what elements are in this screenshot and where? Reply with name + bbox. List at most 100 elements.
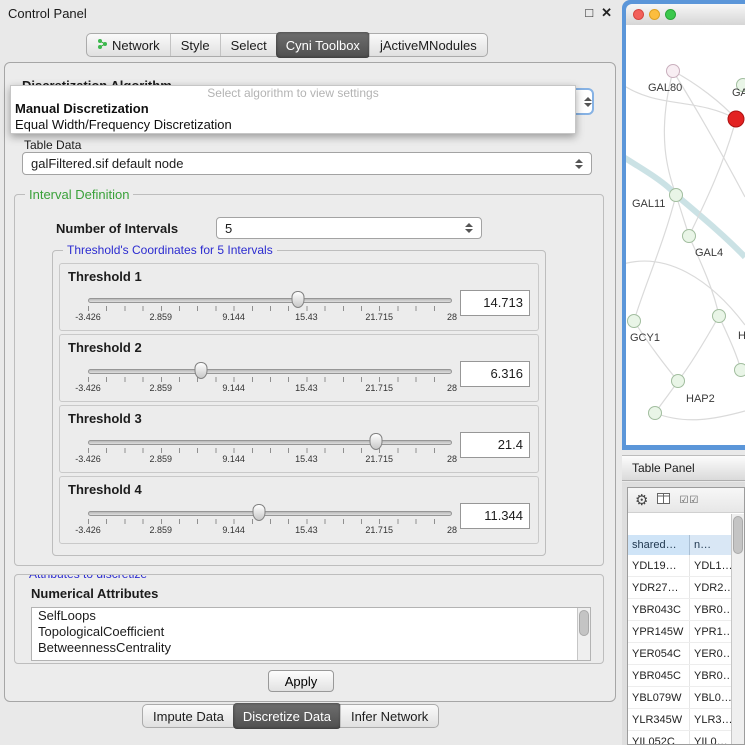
slider-tick-labels: -3.4262.8599.14415.4321.71528 [88,525,452,536]
close-window-icon[interactable]: ✕ [601,5,612,21]
table-row[interactable]: YER054CYER0… [628,643,744,665]
tab-label: Cyni Toolbox [286,38,360,53]
table-cell: YDR27… [628,577,690,598]
table-cell: YBL0… [690,687,734,708]
network-node[interactable] [627,314,641,328]
table-cell: YBR0… [690,665,734,686]
minimize-traffic-icon[interactable] [649,9,660,20]
slider-thumb[interactable] [369,433,382,450]
table-scrollbar[interactable] [731,514,744,744]
apply-button[interactable]: Apply [268,670,334,692]
option-equal-width-frequency[interactable]: Equal Width/Frequency Discretization [11,117,575,133]
network-canvas[interactable]: GAL80GAGAL11GAL4GCY1HHAP2 [626,25,745,445]
tab-cyni-toolbox[interactable]: Cyni Toolbox [276,32,370,58]
slider-thumb[interactable] [292,291,305,308]
network-node-label: GA [732,87,745,99]
column-header-name[interactable]: n… [690,535,734,555]
threshold-title: Threshold 1 [68,269,142,284]
network-node[interactable] [669,188,683,202]
table-row[interactable]: YDL19…YDL1… [628,555,744,577]
table-row[interactable]: YBL079WYBL0… [628,687,744,709]
network-node-label: GCY1 [630,332,660,344]
tick-label: 21.715 [365,383,393,393]
tab-infer-network[interactable]: Infer Network [340,705,438,727]
columns-icon[interactable] [657,491,670,509]
threshold-value[interactable]: 21.4 [460,432,530,458]
algorithm-combo[interactable] [574,88,594,115]
table-row[interactable]: YIL052CYIL0… [628,731,744,745]
threshold-slider[interactable]: -3.4262.8599.14415.4321.71528 [88,290,452,324]
table-cell: YDL1… [690,555,734,576]
table-row[interactable]: YPR145WYPR1… [628,621,744,643]
network-window-titlebar[interactable] [626,4,745,25]
network-node[interactable] [666,64,680,78]
table-body: YDL19…YDL1…YDR27…YDR2…YBR043CYBR0…YPR145… [628,555,744,745]
tick-label: 9.144 [222,383,245,393]
slider-ticks [88,519,452,524]
table-row[interactable]: YBR043CYBR0… [628,599,744,621]
threshold-slider[interactable]: -3.4262.8599.14415.4321.71528 [88,432,452,466]
slider-tick-labels: -3.4262.8599.14415.4321.71528 [88,454,452,465]
table-data-combo[interactable]: galFiltered.sif default node [22,152,592,175]
threshold-value[interactable]: 11.344 [460,503,530,529]
gear-icon[interactable]: ⚙ [635,491,648,509]
close-traffic-icon[interactable] [633,9,644,20]
checkbox-icons[interactable]: ☑☑ [679,495,699,506]
combo-stepper-icon [465,223,473,233]
tab-jactivemnodules[interactable]: jActiveMNodules [369,34,487,56]
network-node[interactable] [648,406,662,420]
number-of-intervals-label: Number of Intervals [56,221,178,236]
threshold-slider[interactable]: -3.4262.8599.14415.4321.71528 [88,503,452,537]
tab-impute-data[interactable]: Impute Data [143,705,234,727]
tab-style[interactable]: Style [170,34,220,56]
network-node[interactable] [728,111,745,128]
table-cell: YBR0… [690,599,734,620]
table-cell: YIL052C [628,731,690,745]
table-row[interactable]: YDR27…YDR2… [628,577,744,599]
table-toolbar: ⚙ ☑☑ [628,488,744,513]
slider-thumb[interactable] [194,362,207,379]
number-of-intervals-combo[interactable]: 5 [216,217,482,239]
tab-network[interactable]: Network [87,34,170,56]
slider-track[interactable] [88,440,452,445]
network-node[interactable] [682,229,696,243]
tick-label: 9.144 [222,312,245,322]
tab-select[interactable]: Select [220,34,277,56]
tick-label: 2.859 [150,312,173,322]
float-window-icon[interactable]: □ [585,5,593,21]
tick-label: 2.859 [150,383,173,393]
threshold-slider[interactable]: -3.4262.8599.14415.4321.71528 [88,361,452,395]
window-controls: □ ✕ [585,5,612,21]
network-node[interactable] [671,374,685,388]
table-panel-titlebar[interactable]: Table Panel [622,455,745,481]
scrollbar-thumb[interactable] [733,516,743,554]
tab-discretize-data[interactable]: Discretize Data [233,703,341,729]
slider-thumb[interactable] [253,504,266,521]
list-item[interactable]: SelfLoops [32,608,590,624]
interval-definition-title: Interval Definition [25,187,133,202]
threshold-value[interactable]: 6.316 [460,361,530,387]
network-node[interactable] [712,309,726,323]
network-view-window: GAL80GAGAL11GAL4GCY1HHAP2 [622,0,745,450]
network-node[interactable] [734,363,745,377]
combo-stepper-icon [584,97,592,107]
table-cell: YDL19… [628,555,690,576]
slider-track[interactable] [88,369,452,374]
slider-track[interactable] [88,511,452,516]
list-item[interactable]: TopologicalCoefficient [32,624,590,640]
tick-label: 15.43 [295,383,318,393]
slider-track[interactable] [88,298,452,303]
zoom-traffic-icon[interactable] [665,9,676,20]
column-header-shared-name[interactable]: shared… [628,535,690,555]
attributes-scrollbar[interactable] [577,608,590,660]
threshold-value[interactable]: 14.713 [460,290,530,316]
table-row[interactable]: YLR345WYLR3… [628,709,744,731]
table-cell: YBR043C [628,599,690,620]
table-gap [628,513,744,535]
numerical-attributes-label: Numerical Attributes [31,586,158,601]
option-manual-discretization[interactable]: Manual Discretization [11,101,575,117]
table-row[interactable]: YBR045CYBR0… [628,665,744,687]
scrollbar-thumb[interactable] [579,610,589,636]
tab-label: Discretize Data [243,709,331,724]
list-item[interactable]: BetweennessCentrality [32,640,590,656]
